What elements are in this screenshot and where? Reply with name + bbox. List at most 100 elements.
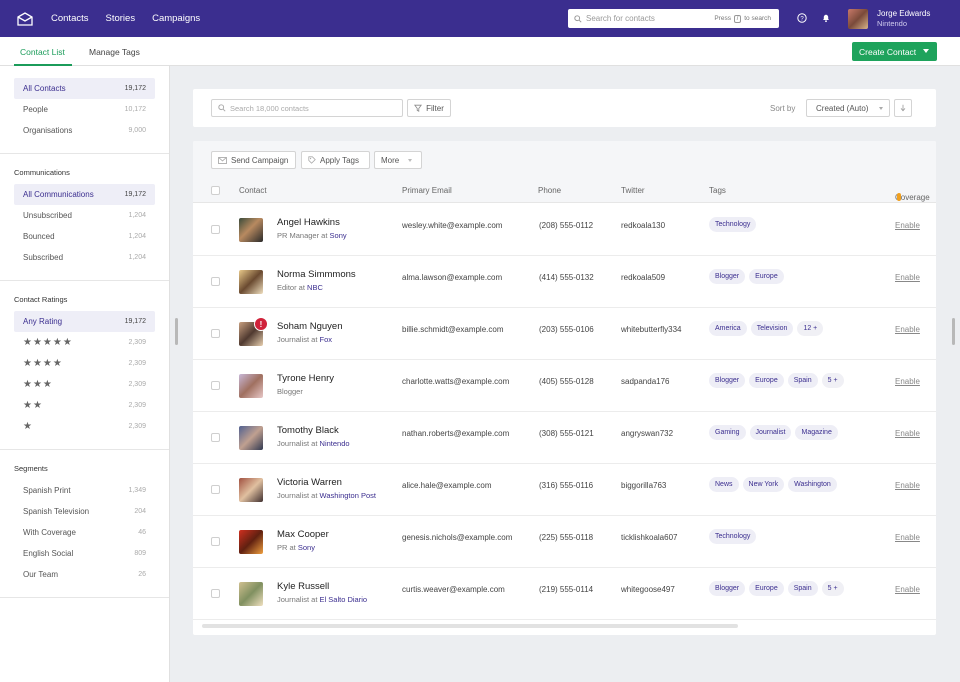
enable-coverage-link[interactable]: Enable	[895, 429, 920, 438]
send-campaign-button[interactable]: Send Campaign	[211, 151, 296, 169]
avatar[interactable]	[239, 478, 263, 502]
tag-chip[interactable]: Gaming	[709, 425, 746, 440]
enable-coverage-link[interactable]: Enable	[895, 585, 920, 594]
tag-chip[interactable]: Television	[751, 321, 794, 336]
tag-chip[interactable]: Blogger	[709, 373, 745, 388]
contact-name[interactable]: Max Cooper	[277, 529, 329, 540]
sidebar-item-unsubscribed[interactable]: Unsubscribed1,204	[14, 205, 155, 226]
sidebar-item-rating-1[interactable]: ★2,309	[14, 416, 155, 437]
apply-tags-button[interactable]: Apply Tags	[301, 151, 370, 169]
horizontal-scrollbar[interactable]	[202, 624, 738, 628]
tag-chip[interactable]: Europe	[749, 373, 784, 388]
tag-chip[interactable]: Washington	[788, 477, 837, 492]
more-tags-badge[interactable]: 5 +	[822, 581, 844, 596]
row-checkbox[interactable]	[211, 225, 220, 234]
enable-coverage-link[interactable]: Enable	[895, 273, 920, 282]
avatar[interactable]	[239, 270, 263, 294]
tab-manage-tags[interactable]: Manage Tags	[89, 47, 140, 57]
select-all-checkbox[interactable]	[211, 186, 220, 195]
table-row[interactable]: Victoria WarrenJournalist at Washington …	[193, 464, 936, 516]
contact-org-link[interactable]: Sony	[298, 543, 315, 552]
contact-name[interactable]: Soham Nguyen	[277, 321, 342, 332]
filter-button[interactable]: Filter	[407, 99, 451, 117]
avatar[interactable]	[239, 582, 263, 606]
tag-chip[interactable]: Spain	[788, 581, 818, 596]
enable-coverage-link[interactable]: Enable	[895, 221, 920, 230]
sidebar-item-subscribed[interactable]: Subscribed1,204	[14, 247, 155, 268]
user-avatar[interactable]	[848, 9, 868, 29]
row-checkbox[interactable]	[211, 485, 220, 494]
column-header-contact[interactable]: Contact	[239, 186, 267, 195]
sidebar-item-rating-4[interactable]: ★★★★2,309	[14, 353, 155, 374]
help-icon[interactable]: ?	[797, 13, 807, 23]
sidebar-item-bounced[interactable]: Bounced1,204	[14, 226, 155, 247]
table-row[interactable]: !Soham NguyenJournalist at Foxbillie.sch…	[193, 308, 936, 360]
row-checkbox[interactable]	[211, 433, 220, 442]
tag-chip[interactable]: New York	[743, 477, 785, 492]
user-name[interactable]: Jorge Edwards	[877, 9, 930, 18]
table-row[interactable]: Angel HawkinsPR Manager at Sonywesley.wh…	[193, 204, 936, 256]
tag-chip[interactable]: Europe	[749, 269, 784, 284]
tag-chip[interactable]: Spain	[788, 373, 818, 388]
column-header-tags[interactable]: Tags	[709, 186, 726, 195]
sidebar-item-rating-5[interactable]: ★★★★★2,309	[14, 332, 155, 353]
contact-org-link[interactable]: El Salto Diario	[320, 595, 368, 604]
tag-chip[interactable]: Europe	[749, 581, 784, 596]
sidebar-item-spanish-television[interactable]: Spanish Television204	[14, 501, 155, 522]
column-header-twitter[interactable]: Twitter	[621, 186, 645, 195]
row-checkbox[interactable]	[211, 381, 220, 390]
column-header-phone[interactable]: Phone	[538, 186, 561, 195]
table-row[interactable]: Max CooperPR at Sonygenesis.nichols@exam…	[193, 516, 936, 568]
contact-name[interactable]: Kyle Russell	[277, 581, 329, 592]
more-actions-button[interactable]: More	[374, 151, 422, 169]
table-row[interactable]: Tyrone HenryBlogger charlotte.watts@exam…	[193, 360, 936, 412]
avatar[interactable]	[239, 530, 263, 554]
avatar[interactable]	[239, 426, 263, 450]
row-checkbox[interactable]	[211, 537, 220, 546]
table-row[interactable]: Kyle RussellJournalist at El Salto Diari…	[193, 568, 936, 620]
sidebar-item-with-coverage[interactable]: With Coverage46	[14, 522, 155, 543]
sidebar-item-all-contacts[interactable]: All Contacts19,172	[14, 78, 155, 99]
contact-org-link[interactable]: Sony	[330, 231, 347, 240]
avatar[interactable]	[239, 374, 263, 398]
tag-chip[interactable]: America	[709, 321, 747, 336]
global-search-input[interactable]: Search for contacts Press / to search	[568, 9, 779, 28]
vertical-scrollbar[interactable]	[952, 318, 955, 345]
sort-select[interactable]: Created (Auto)	[806, 99, 890, 117]
tag-chip[interactable]: Blogger	[709, 581, 745, 596]
contact-org-link[interactable]: Nintendo	[320, 439, 350, 448]
contact-name[interactable]: Angel Hawkins	[277, 217, 340, 228]
table-row[interactable]: Tomothy BlackJournalist at Nintendonatha…	[193, 412, 936, 464]
sort-direction-button[interactable]	[894, 99, 912, 117]
sidebar-item-rating-3[interactable]: ★★★2,309	[14, 374, 155, 395]
tag-chip[interactable]: Blogger	[709, 269, 745, 284]
contact-org-link[interactable]: Washington Post	[320, 491, 376, 500]
row-checkbox[interactable]	[211, 277, 220, 286]
contact-name[interactable]: Norma Simmmons	[277, 269, 356, 280]
contact-search-input[interactable]: Search 18,000 contacts	[211, 99, 403, 117]
nav-campaigns[interactable]: Campaigns	[152, 13, 200, 24]
enable-coverage-link[interactable]: Enable	[895, 533, 920, 542]
create-contact-button[interactable]: Create Contact	[852, 42, 937, 61]
enable-coverage-link[interactable]: Enable	[895, 325, 920, 334]
tab-contact-list[interactable]: Contact List	[20, 47, 65, 57]
bell-icon[interactable]	[821, 13, 831, 23]
logo-icon[interactable]	[17, 12, 33, 26]
row-checkbox[interactable]	[211, 329, 220, 338]
table-row[interactable]: Norma SimmmonsEditor at NBCalma.lawson@e…	[193, 256, 936, 308]
sidebar-item-people[interactable]: People10,172	[14, 99, 155, 120]
tag-chip[interactable]: Technology	[709, 217, 756, 232]
sidebar-item-our-team[interactable]: Our Team26	[14, 564, 155, 585]
sidebar-item-rating-2[interactable]: ★★2,309	[14, 395, 155, 416]
tag-chip[interactable]: Magazine	[795, 425, 837, 440]
tag-chip[interactable]: Journalist	[750, 425, 792, 440]
contact-name[interactable]: Victoria Warren	[277, 477, 342, 488]
sidebar-item-all-communications[interactable]: All Communications19,172	[14, 184, 155, 205]
tag-chip[interactable]: Technology	[709, 529, 756, 544]
sidebar-item-organisations[interactable]: Organisations9,000	[14, 120, 155, 141]
avatar[interactable]	[239, 218, 263, 242]
nav-stories[interactable]: Stories	[106, 13, 136, 24]
contact-org-link[interactable]: Fox	[320, 335, 333, 344]
sidebar-resize-handle[interactable]	[175, 318, 178, 345]
contact-org-link[interactable]: NBC	[307, 283, 323, 292]
